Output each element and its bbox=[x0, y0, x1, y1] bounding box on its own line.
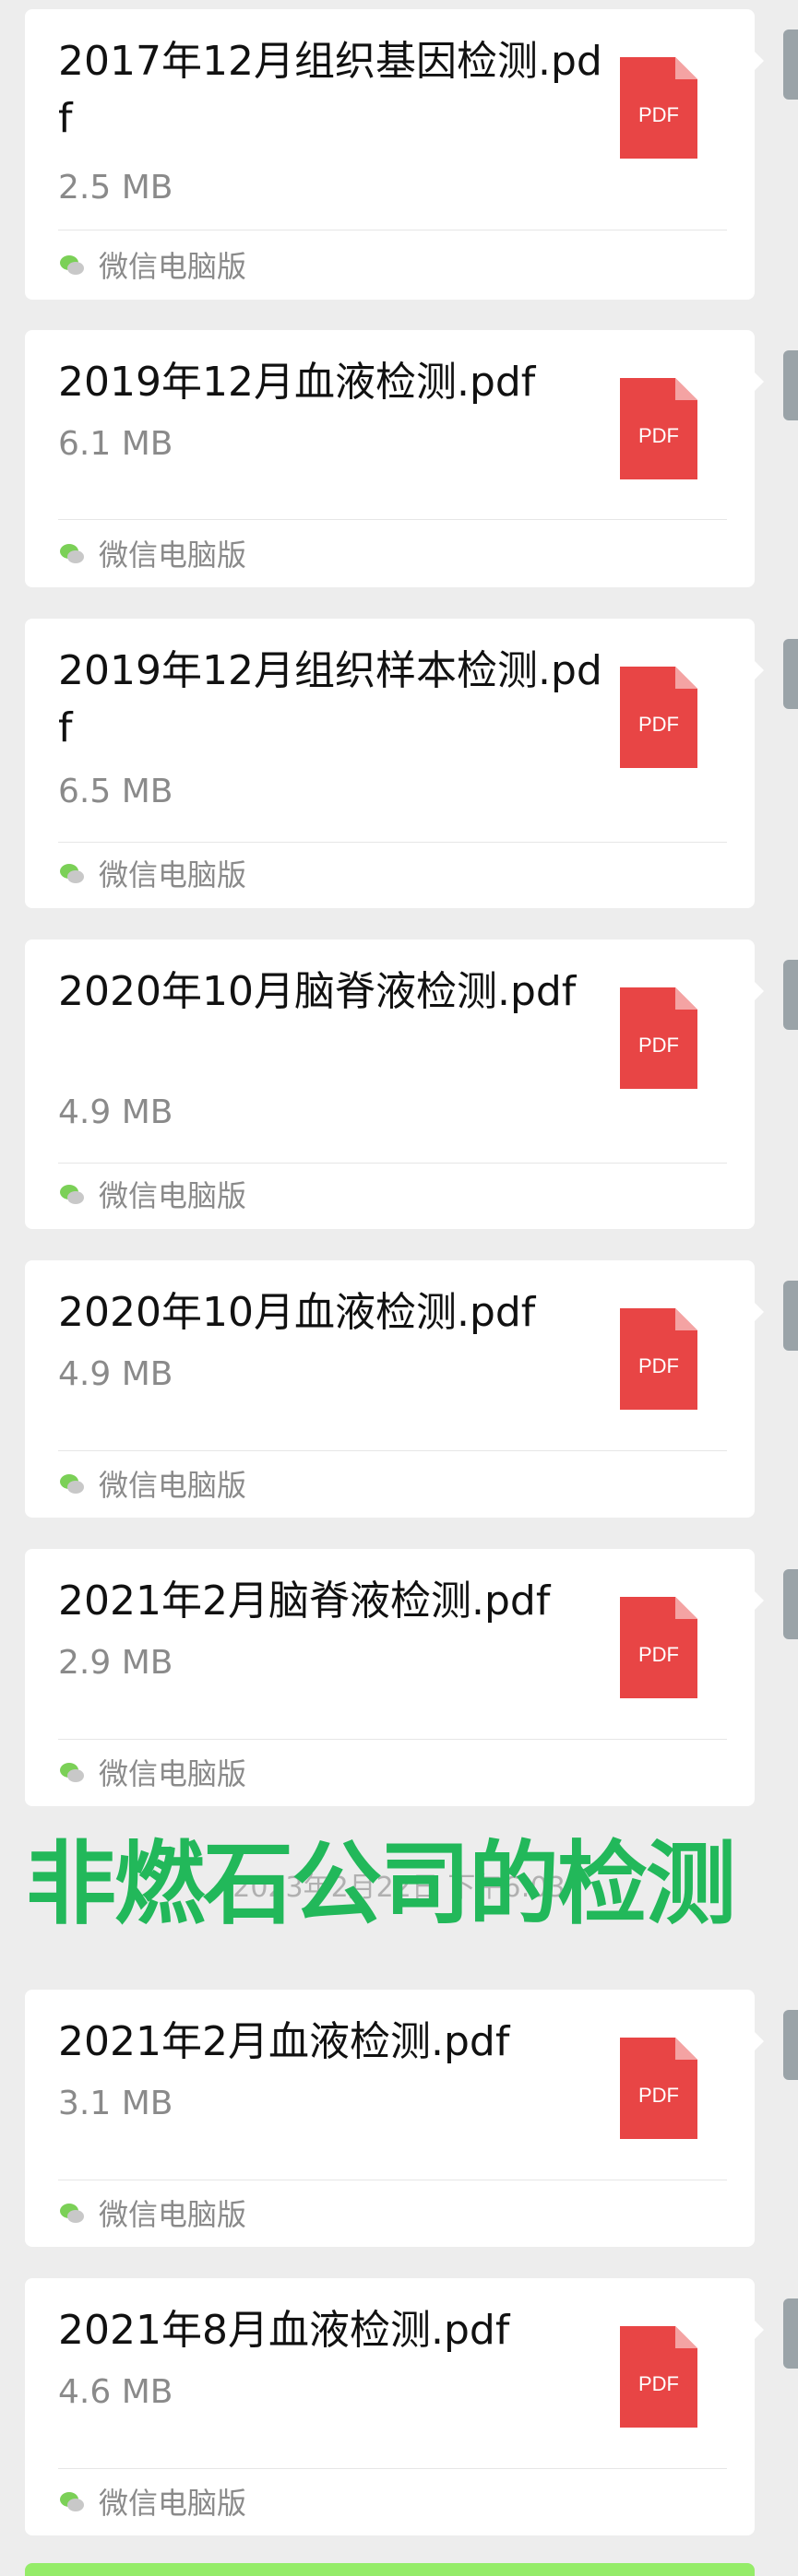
file-size: 3.1 MB bbox=[58, 2085, 173, 2122]
time-separator: 2023年2月22日 下午6:03 非燃石公司的检测 bbox=[0, 1838, 798, 1931]
file-name: 2019年12月组织样本检测.pdf bbox=[58, 647, 602, 751]
source-label: 微信电脑版 bbox=[99, 857, 247, 892]
file-message-card[interactable]: 2019年12月血液检测.pdf 6.1 MB PDF 微信电脑版 bbox=[25, 330, 764, 587]
source-row: 微信电脑版 bbox=[58, 2483, 247, 2521]
source-label: 微信电脑版 bbox=[99, 2197, 247, 2232]
source-label: 微信电脑版 bbox=[99, 1468, 247, 1503]
file-name: 2021年8月血液检测.pdf bbox=[58, 2307, 510, 2354]
file-message-card[interactable]: 2021年2月血液检测.pdf 3.1 MB PDF 微信电脑版 bbox=[25, 1990, 764, 2247]
file-size: 6.5 MB bbox=[58, 773, 173, 810]
svg-text:PDF: PDF bbox=[638, 713, 679, 736]
source-row: 微信电脑版 bbox=[58, 1176, 247, 1213]
divider bbox=[58, 1450, 727, 1451]
divider bbox=[58, 1739, 727, 1740]
source-row: 微信电脑版 bbox=[58, 246, 247, 284]
source-label: 微信电脑版 bbox=[99, 538, 247, 573]
divider bbox=[58, 519, 727, 520]
avatar[interactable] bbox=[783, 30, 798, 100]
wechat-icon bbox=[60, 2492, 84, 2511]
wechat-icon bbox=[60, 864, 84, 883]
divider bbox=[58, 1163, 727, 1164]
pdf-icon: PDF bbox=[620, 1308, 697, 1410]
pdf-icon: PDF bbox=[620, 2038, 697, 2139]
avatar[interactable] bbox=[783, 1281, 798, 1351]
pdf-icon: PDF bbox=[620, 378, 697, 479]
file-name: 2019年12月血液检测.pdf bbox=[58, 359, 536, 406]
avatar[interactable] bbox=[783, 960, 798, 1030]
svg-text:PDF: PDF bbox=[638, 103, 679, 126]
source-label: 微信电脑版 bbox=[99, 2486, 247, 2521]
avatar[interactable] bbox=[783, 639, 798, 709]
divider bbox=[58, 842, 727, 843]
pdf-icon: PDF bbox=[620, 2326, 697, 2428]
divider bbox=[58, 2468, 727, 2469]
avatar[interactable] bbox=[783, 2010, 798, 2080]
file-size: 6.1 MB bbox=[58, 425, 173, 463]
wechat-icon bbox=[60, 1474, 84, 1494]
file-message-card[interactable]: 2019年12月组织样本检测.pdf 6.5 MB PDF 微信电脑版 bbox=[25, 619, 764, 908]
file-message-card[interactable]: 2020年10月脑脊液检测.pdf 4.9 MB PDF 微信电脑版 bbox=[25, 939, 764, 1229]
file-size: 4.9 MB bbox=[58, 1093, 173, 1131]
file-name: 2021年2月脑脊液检测.pdf bbox=[58, 1578, 551, 1625]
svg-text:PDF: PDF bbox=[638, 2372, 679, 2395]
pdf-icon: PDF bbox=[620, 987, 697, 1089]
avatar[interactable] bbox=[783, 350, 798, 420]
file-size: 4.6 MB bbox=[58, 2373, 173, 2411]
avatar[interactable] bbox=[783, 2298, 798, 2369]
avatar[interactable] bbox=[783, 1569, 798, 1639]
file-size: 2.5 MB bbox=[58, 169, 173, 207]
file-name: 2017年12月组织基因检测.pdf bbox=[58, 38, 602, 142]
file-message-card[interactable]: 2020年10月血液检测.pdf 4.9 MB PDF 微信电脑版 bbox=[25, 1260, 764, 1518]
source-row: 微信电脑版 bbox=[58, 1754, 247, 1791]
svg-text:PDF: PDF bbox=[638, 2084, 679, 2107]
file-size: 4.9 MB bbox=[58, 1355, 173, 1393]
source-label: 微信电脑版 bbox=[99, 249, 247, 284]
source-row: 微信电脑版 bbox=[58, 1465, 247, 1503]
source-label: 微信电脑版 bbox=[99, 1178, 247, 1213]
wechat-icon bbox=[60, 1763, 84, 1782]
source-row: 微信电脑版 bbox=[58, 2194, 247, 2232]
wechat-icon bbox=[60, 1185, 84, 1204]
source-label: 微信电脑版 bbox=[99, 1756, 247, 1791]
file-message-card[interactable]: 2017年12月组织基因检测.pdf 2.5 MB PDF 微信电脑版 bbox=[25, 9, 764, 300]
file-name: 2021年2月血液检测.pdf bbox=[58, 2018, 510, 2065]
svg-text:PDF: PDF bbox=[638, 1643, 679, 1666]
file-name: 2020年10月脑脊液检测.pdf bbox=[58, 968, 577, 1015]
source-row: 微信电脑版 bbox=[58, 855, 246, 892]
wechat-icon bbox=[60, 544, 84, 563]
svg-text:PDF: PDF bbox=[638, 1354, 679, 1377]
wechat-icon bbox=[60, 255, 84, 275]
pdf-icon: PDF bbox=[620, 667, 697, 768]
source-row: 微信电脑版 bbox=[58, 535, 247, 573]
svg-text:PDF: PDF bbox=[638, 424, 679, 447]
wechat-icon bbox=[60, 2204, 84, 2223]
file-message-card[interactable]: 2021年2月脑脊液检测.pdf 2.9 MB PDF 微信电脑版 bbox=[25, 1549, 764, 1806]
pdf-icon: PDF bbox=[620, 1597, 697, 1698]
file-name: 2020年10月血液检测.pdf bbox=[58, 1289, 536, 1336]
overlay-annotation: 非燃石公司的检测 bbox=[26, 1832, 736, 1937]
svg-text:PDF: PDF bbox=[638, 1034, 679, 1057]
pdf-icon: PDF bbox=[620, 57, 697, 159]
file-size: 2.9 MB bbox=[58, 1644, 173, 1682]
file-message-card[interactable]: 2021年8月血液检测.pdf 4.6 MB PDF 微信电脑版 bbox=[25, 2278, 764, 2535]
